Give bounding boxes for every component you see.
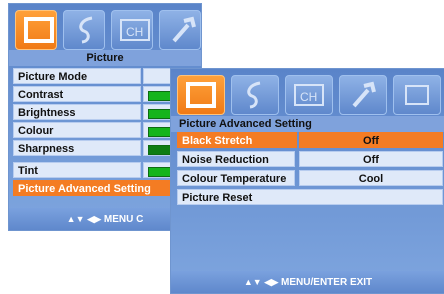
- nav-hint-text: MENU C: [103, 214, 144, 225]
- sound-icon: [79, 16, 93, 44]
- sound-icon: [247, 81, 261, 109]
- tab-feature[interactable]: [393, 75, 441, 115]
- up-down-arrow-icon: ▲▼: [243, 277, 262, 287]
- menu-item-value: Off: [299, 151, 443, 167]
- menu-item-picture-reset[interactable]: Picture Reset: [177, 189, 443, 205]
- menu-item-label: Noise Reduction: [177, 151, 295, 167]
- menu-item-label: Tint: [13, 162, 141, 178]
- menu-item-label: Contrast: [13, 86, 141, 102]
- menu-item-label: Colour Temperature: [177, 170, 295, 186]
- menu-tabs: CH: [9, 4, 201, 50]
- menu-item-value: Cool: [299, 170, 443, 186]
- menu-item-label: Colour: [13, 122, 141, 138]
- menu-item-value: Off: [299, 132, 443, 148]
- nav-hint-text: MENU/ENTER EXIT: [281, 277, 373, 288]
- channel-icon: CH: [120, 19, 150, 41]
- menu-item-label: Picture Reset: [177, 189, 443, 205]
- menu-item-label: Picture Mode: [13, 68, 141, 84]
- left-right-arrow-icon: ◀▶: [87, 214, 102, 224]
- picture-icon: [24, 17, 54, 43]
- tab-channel[interactable]: CH: [111, 10, 153, 50]
- menu-item-label: Brightness: [13, 104, 141, 120]
- setup-icon: [172, 16, 196, 43]
- tab-picture[interactable]: [15, 10, 57, 50]
- menu-item-noise-reduction[interactable]: Noise Reduction Off: [177, 151, 443, 167]
- advanced-setting-title: Picture Advanced Setting: [171, 116, 444, 132]
- menu-item-label: Sharpness: [13, 140, 141, 156]
- tab-setup[interactable]: [159, 10, 201, 50]
- svg-text:CH: CH: [300, 90, 317, 104]
- setup-icon: [352, 81, 376, 108]
- channel-icon: CH: [294, 84, 324, 106]
- picture-menu-title: Picture: [9, 50, 201, 66]
- picture-icon: [186, 82, 216, 108]
- tab-picture[interactable]: [177, 75, 225, 115]
- tab-setup[interactable]: [339, 75, 387, 115]
- up-down-arrow-icon: ▲▼: [66, 214, 85, 224]
- tab-sound[interactable]: [63, 10, 105, 50]
- menu-item-colour-temperature[interactable]: Colour Temperature Cool: [177, 170, 443, 186]
- menu-item-label: Black Stretch: [177, 132, 297, 148]
- feature-icon: [405, 85, 429, 105]
- tab-sound[interactable]: [231, 75, 279, 115]
- menu-item-black-stretch[interactable]: Black Stretch Off: [177, 132, 443, 148]
- menu-tabs: CH: [171, 69, 444, 115]
- nav-hint-bar: ▲▼ ◀▶ MENU/ENTER EXIT: [171, 271, 444, 293]
- left-right-arrow-icon: ◀▶: [264, 277, 279, 287]
- advanced-setting-panel: CH Picture Advanced Setting Black Stretc…: [170, 68, 444, 294]
- tab-channel[interactable]: CH: [285, 75, 333, 115]
- svg-text:CH: CH: [126, 25, 143, 39]
